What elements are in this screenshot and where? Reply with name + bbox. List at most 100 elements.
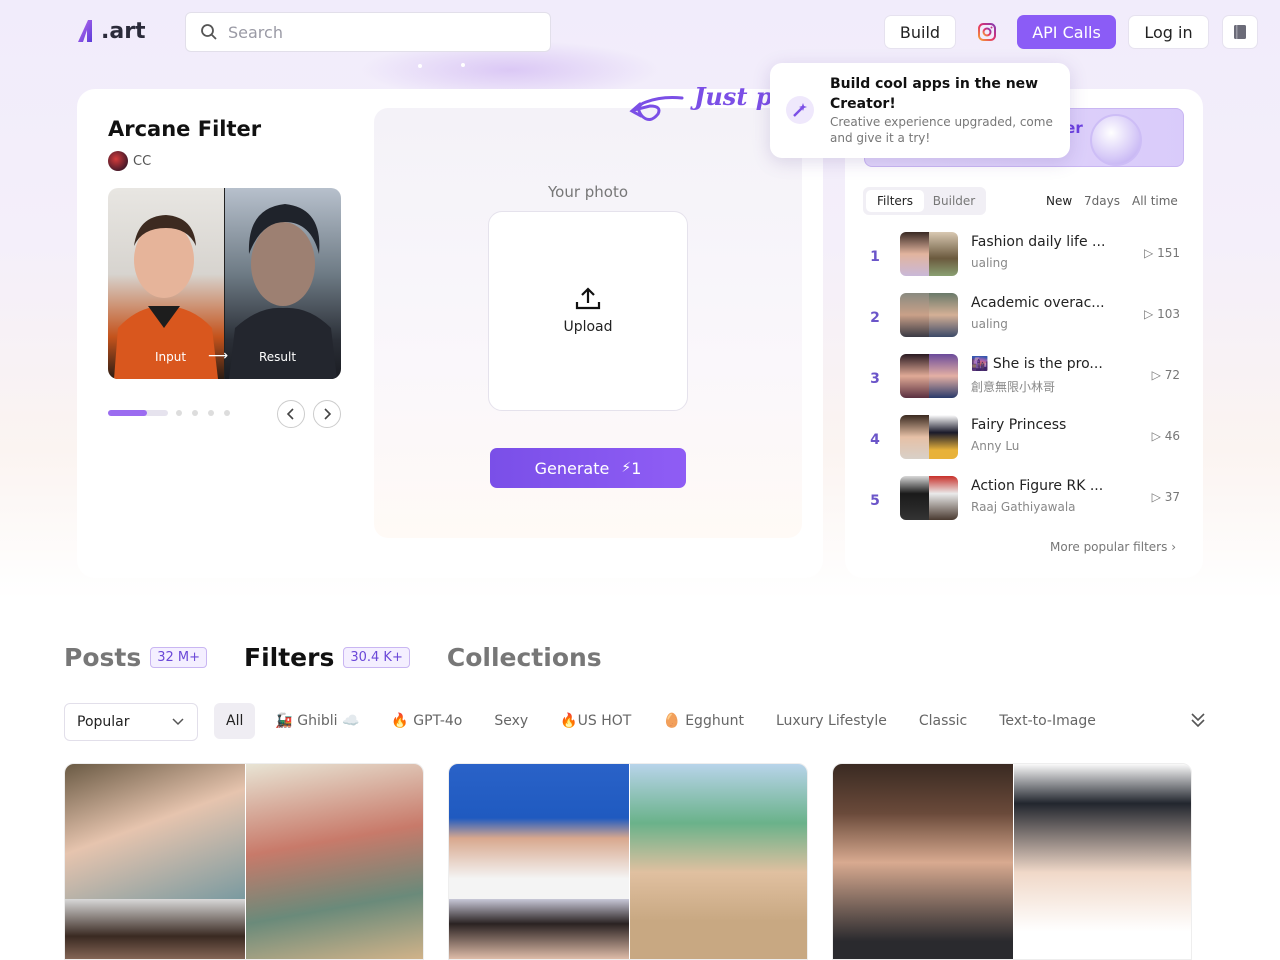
logo-mark-icon xyxy=(78,20,92,42)
filter-thumbnail xyxy=(900,354,958,398)
search-bar[interactable] xyxy=(185,12,551,52)
filter-author: ualing xyxy=(971,256,1008,270)
lightning-icon: ⚡ xyxy=(621,460,632,476)
filter-author: Anny Lu xyxy=(971,439,1020,453)
logo-text: .art xyxy=(101,18,146,44)
api-calls-button[interactable]: API Calls xyxy=(1017,15,1116,49)
author-name: CC xyxy=(133,153,152,169)
generate-cost: 1 xyxy=(631,458,642,478)
ranking-row[interactable]: 4 Fairy Princess Anny Lu ▷ 46 xyxy=(864,415,1186,475)
range-all-time[interactable]: All time xyxy=(1132,194,1178,208)
preview-result-label: Result xyxy=(259,350,297,364)
card-image xyxy=(1014,764,1191,959)
filter-thumbnail xyxy=(900,415,958,459)
book-icon xyxy=(1234,25,1246,39)
carousel-next-button[interactable] xyxy=(313,400,341,428)
tab-builder[interactable]: Builder xyxy=(925,190,983,212)
posts-count-badge: 32 M+ xyxy=(150,647,208,668)
carousel-dot[interactable] xyxy=(224,410,230,416)
tab-filters[interactable]: Filters xyxy=(866,190,924,212)
card-image xyxy=(833,764,1013,959)
sort-select[interactable]: Popular xyxy=(64,703,198,741)
filter-author[interactable]: CC xyxy=(108,151,151,171)
chip-text-to-image[interactable]: Text-to-Image xyxy=(983,703,1112,739)
carousel-dot[interactable] xyxy=(192,410,198,416)
play-count: ▷ 72 xyxy=(1151,368,1180,382)
section-tabs: Posts 32 M+ Filters 30.4 K+ Collections xyxy=(64,643,639,672)
tab-posts[interactable]: Posts 32 M+ xyxy=(64,643,208,672)
upload-button[interactable]: Upload xyxy=(488,211,688,411)
filter-card-item[interactable] xyxy=(832,763,1192,960)
magic-wand-icon xyxy=(786,96,814,124)
ranking-tabs: Filters Builder xyxy=(863,187,986,215)
more-popular-filters-link[interactable]: More popular filters › xyxy=(1050,540,1176,554)
generate-button[interactable]: Generate ⚡ 1 xyxy=(490,448,686,488)
chip-egghunt[interactable]: 🥚 Egghunt xyxy=(647,703,760,739)
chevron-left-icon xyxy=(286,408,294,420)
carousel-progress xyxy=(108,410,168,416)
popup-desc: Creative experience upgraded, come and g… xyxy=(830,115,1053,145)
filter-author: 創意無限小林哥 xyxy=(971,380,1056,394)
instagram-icon xyxy=(978,23,996,41)
search-input[interactable] xyxy=(228,22,528,42)
tab-filters[interactable]: Filters 30.4 K+ xyxy=(244,643,410,672)
build-button[interactable]: Build xyxy=(884,15,956,49)
ranking-row[interactable]: 2 Academic overac... ualing ▷ 103 xyxy=(864,293,1186,353)
chip-sexy[interactable]: Sexy xyxy=(478,703,544,739)
filter-card-item[interactable] xyxy=(64,763,424,960)
chip-luxury-lifestyle[interactable]: Luxury Lifestyle xyxy=(760,703,903,739)
filter-name: 🌆 She is the pro... xyxy=(971,356,1103,372)
card-image xyxy=(449,764,629,899)
sort-value: Popular xyxy=(77,714,130,730)
filter-card-item[interactable] xyxy=(448,763,808,960)
avatar xyxy=(108,151,128,171)
rank-number: 2 xyxy=(870,310,880,326)
expand-chips-icon[interactable] xyxy=(1190,712,1206,728)
carousel-dot[interactable] xyxy=(208,410,214,416)
generate-label: Generate xyxy=(534,458,610,478)
login-button[interactable]: Log in xyxy=(1128,15,1209,49)
filter-name: Action Figure RK ... xyxy=(971,478,1104,494)
carousel-prev-button[interactable] xyxy=(277,400,305,428)
instagram-button[interactable] xyxy=(966,15,1008,49)
chevron-down-icon xyxy=(172,718,184,726)
play-count: ▷ 46 xyxy=(1151,429,1180,443)
logo[interactable]: .art xyxy=(76,16,146,46)
ranking-row[interactable]: 1 Fashion daily life ... ualing ▷ 151 xyxy=(864,232,1186,292)
play-icon: ▷ xyxy=(1151,368,1165,382)
carousel-dot[interactable] xyxy=(176,410,182,416)
card-image xyxy=(449,899,629,959)
tab-collections[interactable]: Collections xyxy=(447,643,602,672)
chip-ghibli[interactable]: 🚂 Ghibli ☁️ xyxy=(259,703,375,739)
filter-name: Fashion daily life ... xyxy=(971,234,1106,250)
upload-label: Upload xyxy=(563,319,613,335)
ranking-row[interactable]: 5 Action Figure RK ... Raaj Gathiyawala … xyxy=(864,476,1186,536)
chip-us-hot[interactable]: 🔥US HOT xyxy=(544,703,647,739)
chip-all[interactable]: All xyxy=(214,703,256,739)
range-7days[interactable]: 7days xyxy=(1084,194,1120,208)
filter-title: Arcane Filter xyxy=(108,117,262,141)
rank-number: 3 xyxy=(870,371,880,387)
filter-name: Academic overac... xyxy=(971,295,1105,311)
filters-count-badge: 30.4 K+ xyxy=(343,647,410,668)
decor-star xyxy=(418,64,422,68)
filter-thumbnail xyxy=(900,476,958,520)
play-icon: ▷ xyxy=(1144,307,1158,321)
card-image xyxy=(65,899,245,959)
chevron-right-icon: › xyxy=(1171,540,1176,554)
preview-image: Input ⟶ Result xyxy=(108,188,341,379)
coin-icon xyxy=(1090,114,1142,166)
arrow-right-icon: ⟶ xyxy=(208,348,229,364)
category-chips: All 🚂 Ghibli ☁️ 🔥 GPT-4o Sexy 🔥US HOT 🥚 … xyxy=(214,703,1112,739)
chip-gpt4o[interactable]: 🔥 GPT-4o xyxy=(375,703,478,739)
search-icon xyxy=(201,24,217,40)
play-count: ▷ 151 xyxy=(1144,246,1180,260)
play-icon: ▷ xyxy=(1151,429,1165,443)
range-new[interactable]: New xyxy=(1046,194,1072,208)
filter-author: Raaj Gathiyawala xyxy=(971,500,1076,514)
library-button[interactable] xyxy=(1222,15,1258,49)
card-image xyxy=(65,764,245,899)
card-image xyxy=(630,764,807,959)
ranking-row[interactable]: 3 🌆 She is the pro... 創意無限小林哥 ▷ 72 xyxy=(864,354,1186,414)
chip-classic[interactable]: Classic xyxy=(903,703,983,739)
